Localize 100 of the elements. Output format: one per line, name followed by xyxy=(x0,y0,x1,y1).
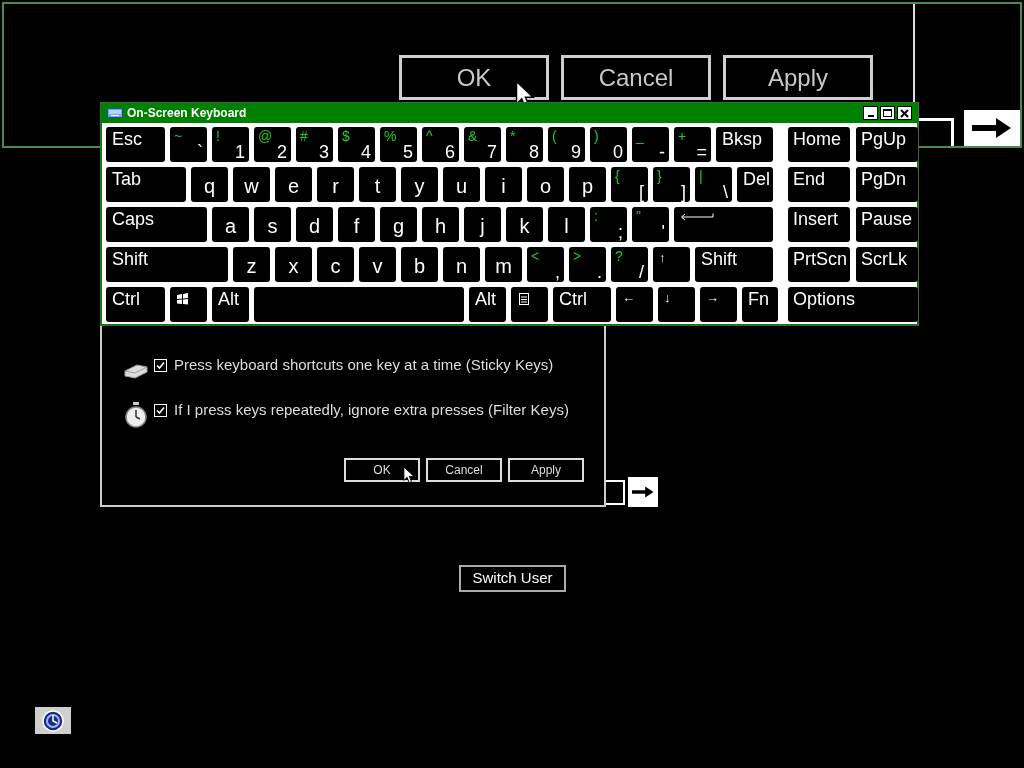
key[interactable]: e xyxy=(275,167,312,202)
key[interactable]: " ' xyxy=(632,207,669,242)
key[interactable]: ! 1 xyxy=(212,127,249,162)
checkbox[interactable] xyxy=(154,359,167,372)
option-label: Press keyboard shortcuts one key at a time (Sticky Keys) xyxy=(174,355,554,376)
key[interactable]: * 8 xyxy=(506,127,543,162)
key[interactable]: j xyxy=(464,207,501,242)
switch-user-button[interactable]: Switch User xyxy=(459,565,566,592)
key[interactable] xyxy=(511,287,548,322)
close-button[interactable] xyxy=(897,106,912,120)
key[interactable]: l xyxy=(548,207,585,242)
key[interactable]: ↓ xyxy=(658,287,695,322)
option-label: If I press keys repeatedly, ignore extra presses (Filter Keys) xyxy=(174,400,569,421)
submit-button[interactable] xyxy=(964,110,1020,146)
key[interactable]: p xyxy=(569,167,606,202)
key[interactable]: _ - xyxy=(632,127,669,162)
keyboard-icon xyxy=(107,108,123,118)
key[interactable]: Alt xyxy=(469,287,506,322)
key[interactable]: PgDn xyxy=(856,167,918,202)
key[interactable]: ScrLk xyxy=(856,247,918,282)
key[interactable]: Pause xyxy=(856,207,918,242)
key[interactable]: x xyxy=(275,247,312,282)
key[interactable]: | \ xyxy=(695,167,732,202)
key[interactable]: ? / xyxy=(611,247,648,282)
key[interactable]: z xyxy=(233,247,270,282)
key[interactable]: a xyxy=(212,207,249,242)
key[interactable]: @ 2 xyxy=(254,127,291,162)
key[interactable]: } ] xyxy=(653,167,690,202)
right-arrow-icon xyxy=(632,484,654,500)
key[interactable]: ( 9 xyxy=(548,127,585,162)
key[interactable]: Ctrl xyxy=(553,287,611,322)
key[interactable]: ^ 6 xyxy=(422,127,459,162)
key[interactable]: Esc xyxy=(106,127,165,162)
key[interactable]: > . xyxy=(569,247,606,282)
key[interactable]: Alt xyxy=(212,287,249,322)
key[interactable]: c xyxy=(317,247,354,282)
key[interactable]: $ 4 xyxy=(338,127,375,162)
key[interactable]: Fn xyxy=(742,287,778,322)
key[interactable]: : ; xyxy=(590,207,627,242)
submit-button[interactable] xyxy=(628,477,658,507)
key[interactable]: PrtScn xyxy=(788,247,850,282)
key[interactable]: b xyxy=(401,247,438,282)
key[interactable]: Del xyxy=(737,167,773,202)
magnified-button[interactable]: Apply xyxy=(723,55,873,100)
checkbox[interactable] xyxy=(154,404,167,417)
window-title: On-Screen Keyboard xyxy=(127,105,247,122)
key[interactable]: ← xyxy=(616,287,653,322)
key[interactable]: g xyxy=(380,207,417,242)
close-icon xyxy=(900,108,909,118)
key[interactable]: Home xyxy=(788,127,850,162)
key[interactable]: s xyxy=(254,207,291,242)
minimize-button[interactable] xyxy=(863,106,878,120)
key[interactable]: PgUp xyxy=(856,127,918,162)
pointer-cursor-icon xyxy=(403,466,415,484)
key[interactable]: Shift xyxy=(695,247,773,282)
key[interactable]: ) 0 xyxy=(590,127,627,162)
key[interactable]: k xyxy=(506,207,543,242)
key[interactable]: m xyxy=(485,247,522,282)
key[interactable]: % 5 xyxy=(380,127,417,162)
key[interactable] xyxy=(170,287,207,322)
key[interactable]: i xyxy=(485,167,522,202)
key[interactable]: + = xyxy=(674,127,711,162)
magnified-button[interactable]: Cancel xyxy=(561,55,711,100)
right-arrow-icon xyxy=(972,117,1012,139)
key[interactable]: ~ ` xyxy=(170,127,207,162)
key[interactable]: y xyxy=(401,167,438,202)
key[interactable]: Caps xyxy=(106,207,207,242)
key[interactable]: Insert xyxy=(788,207,850,242)
dialog-button[interactable]: Cancel xyxy=(426,458,502,482)
key[interactable]: Tab xyxy=(106,167,186,202)
key[interactable]: f xyxy=(338,207,375,242)
key[interactable]: → xyxy=(700,287,737,322)
key[interactable]: r xyxy=(317,167,354,202)
key[interactable]: n xyxy=(443,247,480,282)
magnified-button[interactable]: OK xyxy=(399,55,549,100)
key[interactable]: Shift xyxy=(106,247,228,282)
key[interactable]: Options xyxy=(788,287,918,322)
key[interactable]: v xyxy=(359,247,396,282)
dialog-button[interactable]: Apply xyxy=(508,458,584,482)
return-arrow-icon xyxy=(680,213,714,221)
key[interactable]: Ctrl xyxy=(106,287,165,322)
key[interactable]: ↑ xyxy=(653,247,690,282)
key[interactable]: & 7 xyxy=(464,127,501,162)
dialog-button[interactable]: OK xyxy=(344,458,420,482)
key[interactable]: End xyxy=(788,167,850,202)
key[interactable]: d xyxy=(296,207,333,242)
key[interactable]: { [ xyxy=(611,167,648,202)
key[interactable]: # 3 xyxy=(296,127,333,162)
key[interactable]: Bksp xyxy=(716,127,773,162)
menu-icon xyxy=(519,293,529,305)
key[interactable]: t xyxy=(359,167,396,202)
key[interactable]: w xyxy=(233,167,270,202)
ease-of-access-button[interactable] xyxy=(35,707,71,734)
stopwatch-icon xyxy=(124,401,148,428)
key[interactable]: u xyxy=(443,167,480,202)
maximize-button[interactable] xyxy=(880,106,895,120)
key[interactable]: h xyxy=(422,207,459,242)
key[interactable]: q xyxy=(191,167,228,202)
key[interactable]: < , xyxy=(527,247,564,282)
key[interactable]: o xyxy=(527,167,564,202)
